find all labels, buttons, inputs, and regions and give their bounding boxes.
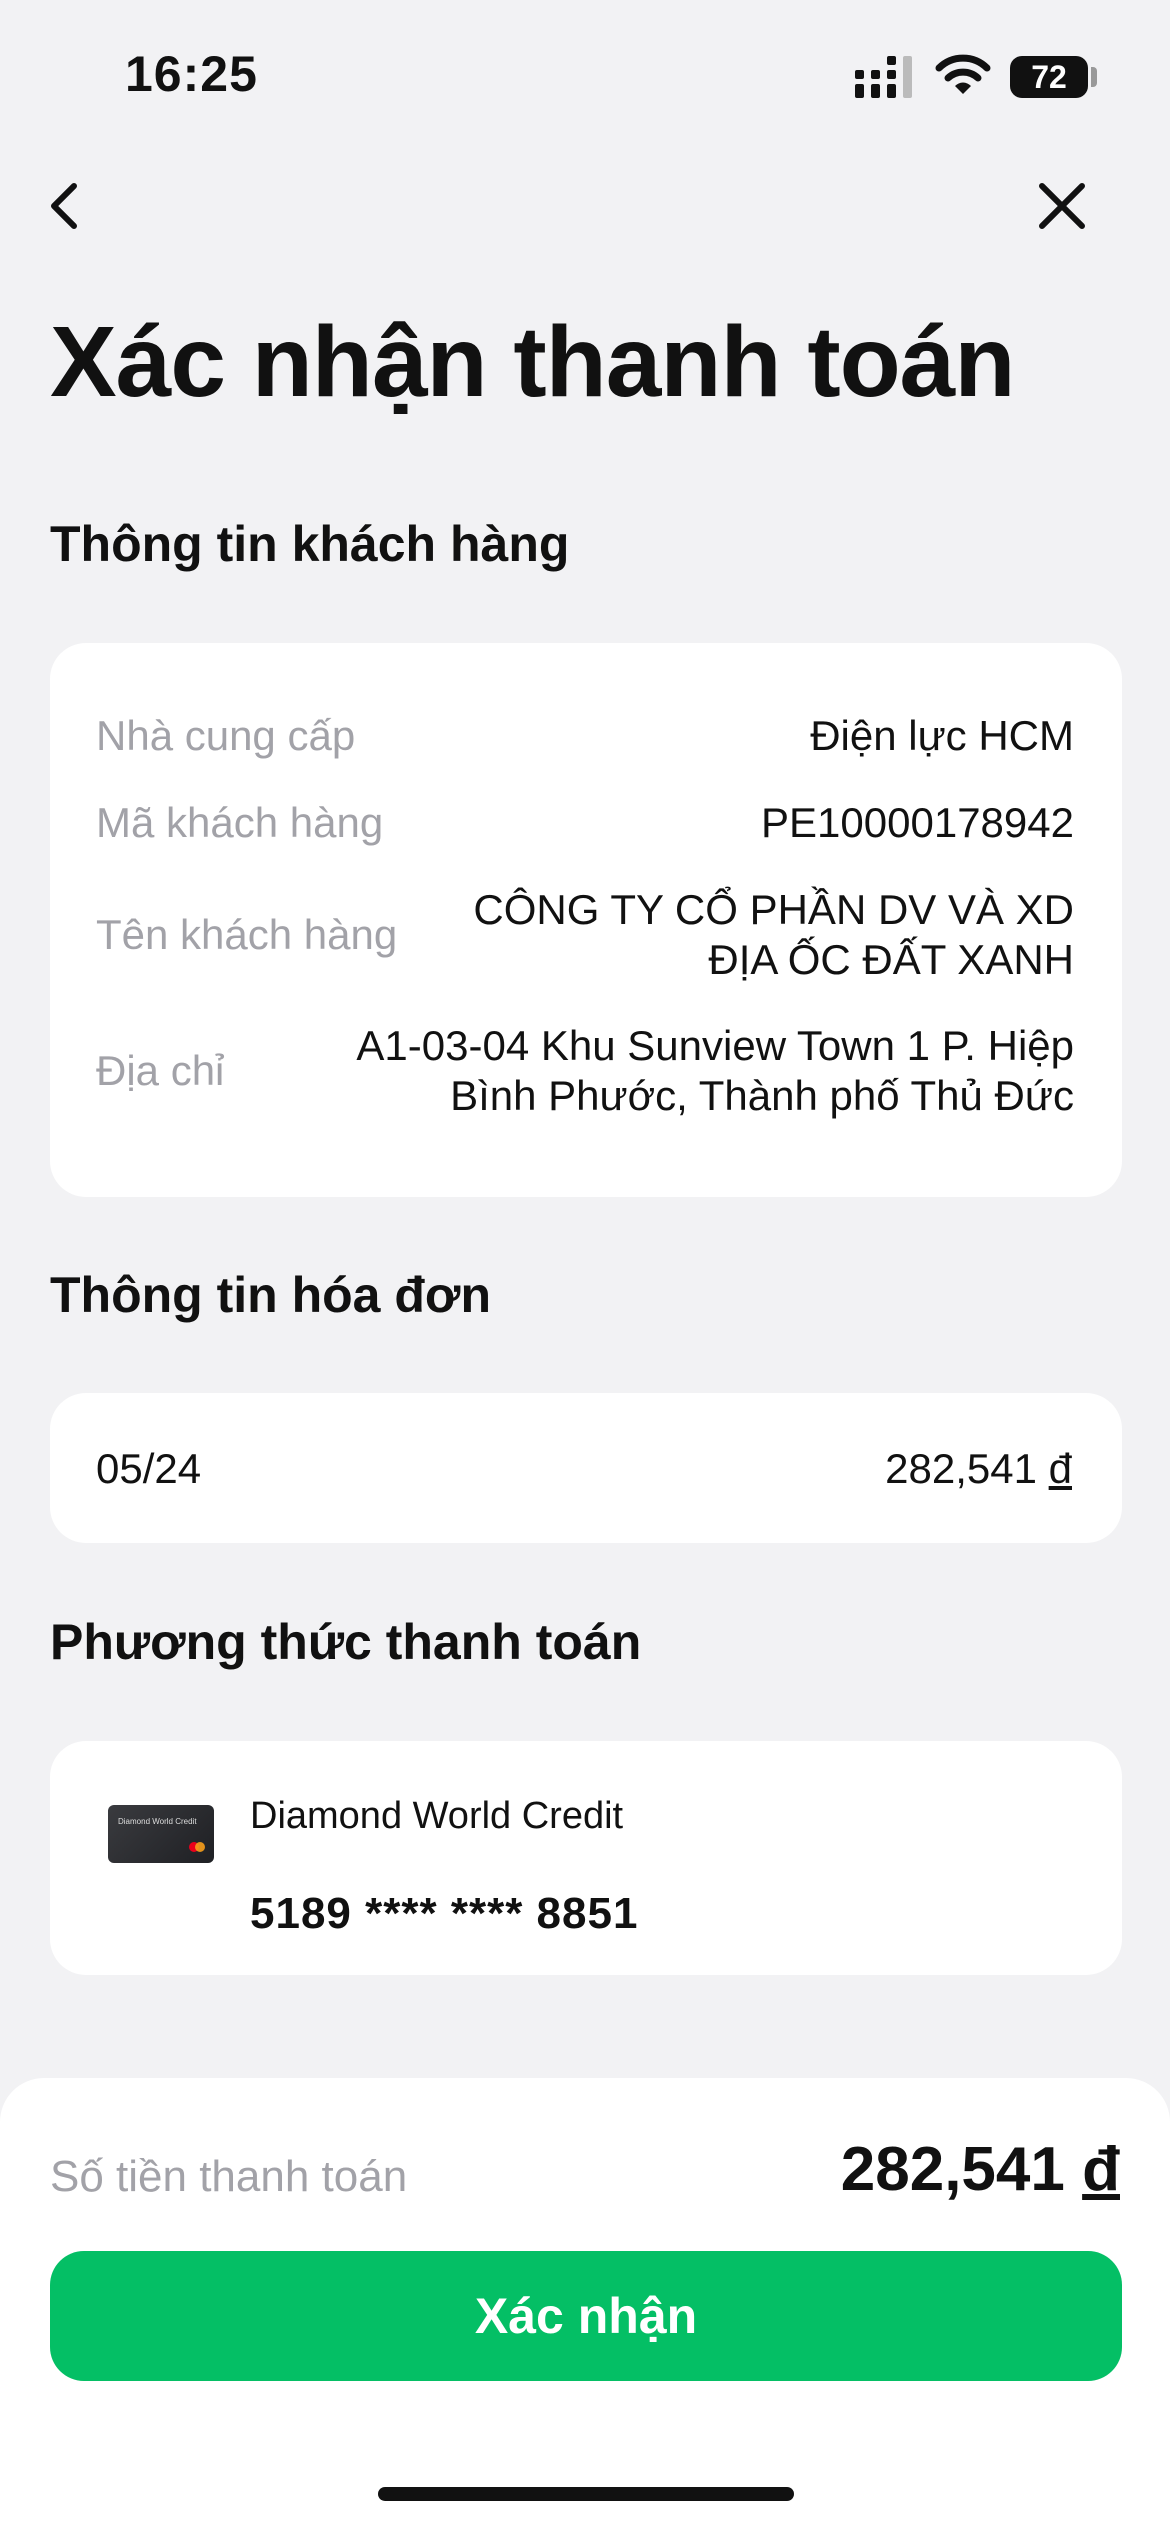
customer-section-title: Thông tin khách hàng [50,516,570,572]
bill-currency: đ [1048,1445,1072,1492]
chevron-left-icon[interactable] [38,176,94,236]
card-name: Diamond World Credit [250,1795,624,1837]
bill-card: 05/24 282,541 đ [50,1393,1122,1543]
mastercard-logo-icon [189,1842,205,1852]
wifi-icon [935,54,991,94]
customer-code-value: PE10000178942 [761,799,1074,846]
address-value: A1-03-04 Khu Sunview Town 1 P. Hiệp Bình… [356,1021,1074,1121]
status-time: 16:25 [125,46,258,102]
payment-method-card[interactable]: Diamond World Credit Diamond World Credi… [50,1741,1122,1975]
card-thumbnail-label: Diamond World Credit [118,1817,197,1826]
provider-value: Điện lực HCM [810,712,1074,759]
customer-name-line-2: ĐỊA ỐC ĐẤT XANH [708,936,1074,983]
payment-section-title: Phương thức thanh toán [50,1614,642,1670]
bill-period: 05/24 [96,1445,202,1492]
address-row: Địa chỉ A1-03-04 Khu Sunview Town 1 P. H… [96,1021,1074,1121]
customer-code-label: Mã khách hàng [96,799,384,846]
address-label: Địa chỉ [96,1047,225,1094]
status-bar: 16:25 72 [0,0,1170,150]
total-amount-value: 282,541 [840,2135,1065,2204]
address-line-2: Bình Phước, Thành phố Thủ Đức [450,1072,1074,1119]
bill-amount-value: 282,541 [885,1445,1037,1492]
payment-confirmation-screen: 16:25 72 Xác nhận thanh toán Thông tin k… [0,0,1170,2532]
customer-name-value: CÔNG TY CỔ PHẦN DV VÀ XD ĐỊA ỐC ĐẤT XANH [473,885,1074,985]
battery-nub [1091,67,1097,87]
total-label: Số tiền thanh toán [50,2152,408,2201]
close-icon[interactable] [1034,176,1090,236]
credit-card-thumbnail: Diamond World Credit [108,1805,214,1863]
customer-name-label: Tên khách hàng [96,911,398,958]
bill-section-title: Thông tin hóa đơn [50,1267,491,1323]
confirm-button[interactable]: Xác nhận [50,2251,1122,2381]
provider-label: Nhà cung cấp [96,712,356,759]
customer-name-line-1: CÔNG TY CỔ PHẦN DV VÀ XD [473,886,1074,933]
customer-info-card: Nhà cung cấp Điện lực HCM Mã khách hàng … [50,643,1122,1197]
bill-amount: 282,541 đ [885,1445,1072,1493]
battery-icon: 72 [1010,56,1088,98]
total-amount: 282,541 đ [841,2134,1120,2205]
customer-code-row: Mã khách hàng PE10000178942 [96,798,1074,848]
total-currency: đ [1082,2135,1120,2204]
home-indicator [378,2487,794,2501]
page-title: Xác nhận thanh toán [50,306,1015,418]
customer-name-row: Tên khách hàng CÔNG TY CỔ PHẦN DV VÀ XD … [96,885,1074,985]
address-line-1: A1-03-04 Khu Sunview Town 1 P. Hiệp [356,1022,1074,1069]
bottom-sheet: Số tiền thanh toán 282,541 đ Xác nhận [0,2078,1170,2532]
provider-row: Nhà cung cấp Điện lực HCM [96,711,1074,761]
cellular-signal-icon [855,56,912,98]
card-number: 5189 **** **** 8851 [250,1889,639,1938]
